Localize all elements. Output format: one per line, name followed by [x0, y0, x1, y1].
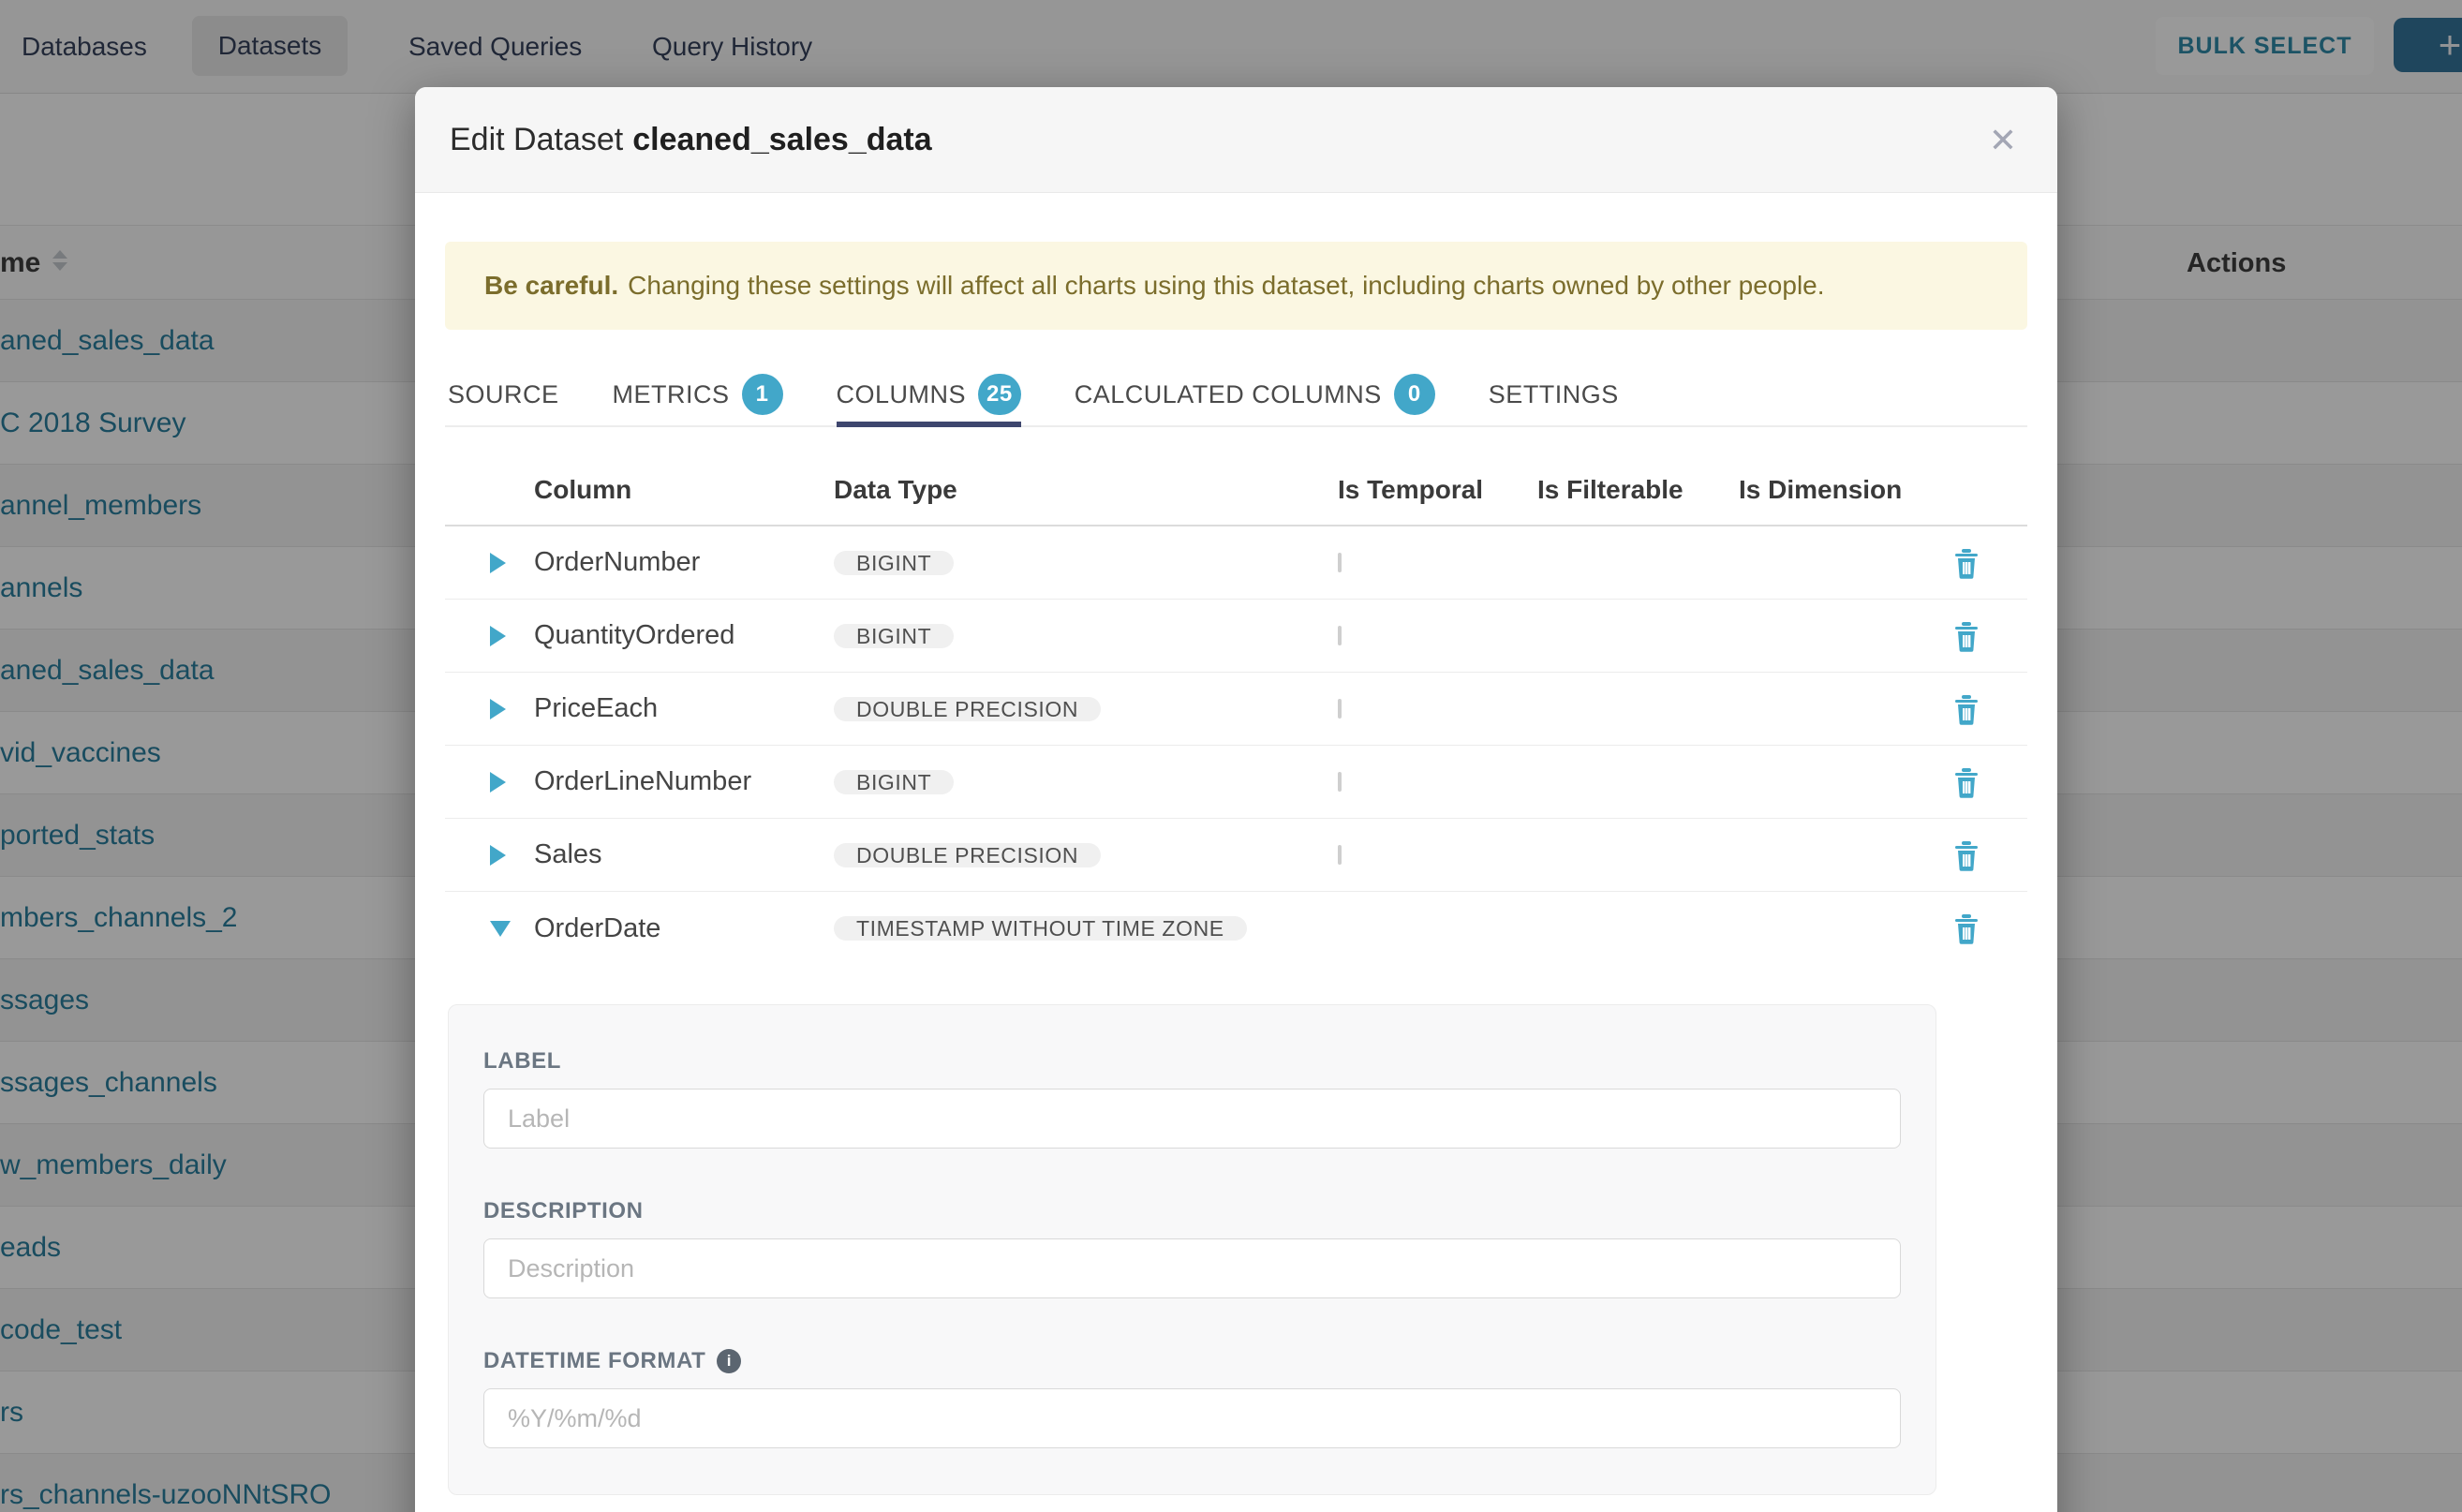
modal-title: Edit Dataset cleaned_sales_data [450, 122, 932, 158]
tab-metrics[interactable]: METRICS1 [613, 363, 783, 425]
data-type-pill: BIGINT [834, 624, 954, 648]
caret-right-icon[interactable] [490, 699, 506, 719]
header-is-temporal: Is Temporal [1338, 475, 1537, 505]
column-name: Sales [534, 839, 834, 870]
data-type-pill: DOUBLE PRECISION [834, 697, 1101, 721]
header-is-dimension: Is Dimension [1739, 475, 1905, 505]
trash-icon[interactable] [1952, 692, 1980, 726]
columns-table: Column Data Type Is Temporal Is Filterab… [445, 455, 2027, 965]
label-field-label: LABEL [483, 1048, 1935, 1075]
column-row-sales: Sales DOUBLE PRECISION [445, 819, 2027, 892]
is-temporal-checkbox[interactable] [1338, 699, 1342, 719]
caret-right-icon[interactable] [490, 845, 506, 866]
columns-table-header: Column Data Type Is Temporal Is Filterab… [445, 455, 2027, 526]
is-temporal-checkbox[interactable] [1338, 553, 1342, 572]
modal-dataset-name: cleaned_sales_data [632, 122, 931, 157]
data-type-pill: DOUBLE PRECISION [834, 843, 1101, 867]
data-type-pill: TIMESTAMP WITHOUT TIME ZONE [834, 916, 1247, 941]
tab-source[interactable]: SOURCE [448, 363, 559, 425]
caret-down-icon[interactable] [490, 921, 511, 937]
is-temporal-checkbox[interactable] [1338, 626, 1342, 645]
trash-icon[interactable] [1952, 765, 1980, 799]
trash-icon[interactable] [1952, 912, 1980, 945]
columns-count-badge: 25 [978, 374, 1021, 415]
is-temporal-checkbox[interactable] [1338, 772, 1342, 792]
trash-icon[interactable] [1952, 838, 1980, 872]
label-field: LABEL [483, 1048, 1935, 1198]
warning-banner: Be careful. Changing these settings will … [445, 242, 2027, 330]
tab-columns[interactable]: COLUMNS25 [837, 363, 1021, 425]
warning-text: Changing these settings will affect all … [628, 271, 1824, 300]
modal-body: Be careful. Changing these settings will … [415, 242, 2057, 1495]
column-row-ordernumber: OrderNumber BIGINT [445, 526, 2027, 600]
caret-right-icon[interactable] [490, 553, 506, 573]
tab-calculated-columns[interactable]: CALCULATED COLUMNS0 [1075, 363, 1435, 425]
column-row-priceeach: PriceEach DOUBLE PRECISION [445, 673, 2027, 746]
column-row-orderdate: OrderDate TIMESTAMP WITHOUT TIME ZONE [445, 892, 2027, 965]
data-type-pill: BIGINT [834, 770, 954, 794]
calculated-columns-count-badge: 0 [1394, 374, 1435, 415]
column-row-orderlinenumber: OrderLineNumber BIGINT [445, 746, 2027, 819]
modal-header: Edit Dataset cleaned_sales_data ✕ [415, 87, 2057, 193]
description-field: DESCRIPTION [483, 1198, 1935, 1348]
caret-right-icon[interactable] [490, 626, 506, 646]
column-name: QuantityOrdered [534, 620, 834, 651]
column-name: PriceEach [534, 693, 834, 724]
modal-title-prefix: Edit Dataset [450, 122, 623, 157]
trash-icon[interactable] [1952, 546, 1980, 580]
column-name: OrderLineNumber [534, 766, 834, 797]
description-field-label: DESCRIPTION [483, 1198, 1935, 1224]
is-temporal-checkbox[interactable] [1338, 845, 1342, 865]
data-type-pill: BIGINT [834, 551, 954, 575]
column-name: OrderNumber [534, 547, 834, 578]
label-input[interactable] [483, 1089, 1901, 1149]
warning-bold: Be careful. [484, 271, 618, 300]
header-column: Column [534, 475, 834, 505]
app-root: Databases Datasets Saved Queries Query H… [0, 0, 2462, 1512]
tab-settings[interactable]: SETTINGS [1489, 363, 1619, 425]
column-row-quantityordered: QuantityOrdered BIGINT [445, 600, 2027, 673]
datetime-format-input[interactable] [483, 1388, 1901, 1448]
column-detail-panel: LABEL DESCRIPTION DATETIME FORMAT i [448, 1004, 1936, 1495]
datetime-format-field-label: DATETIME FORMAT i [483, 1348, 1935, 1374]
header-data-type: Data Type [834, 475, 1338, 505]
datetime-format-field: DATETIME FORMAT i [483, 1348, 1935, 1498]
metrics-count-badge: 1 [742, 374, 783, 415]
caret-right-icon[interactable] [490, 772, 506, 793]
tab-bar: SOURCE METRICS1 COLUMNS25 CALCULATED COL… [445, 363, 2027, 427]
header-is-filterable: Is Filterable [1537, 475, 1739, 505]
close-icon[interactable]: ✕ [1989, 87, 2017, 193]
edit-dataset-modal: Edit Dataset cleaned_sales_data ✕ Be care… [415, 87, 2057, 1512]
info-icon[interactable]: i [717, 1349, 741, 1373]
trash-icon[interactable] [1952, 619, 1980, 653]
column-name: OrderDate [534, 913, 834, 944]
description-input[interactable] [483, 1238, 1901, 1298]
